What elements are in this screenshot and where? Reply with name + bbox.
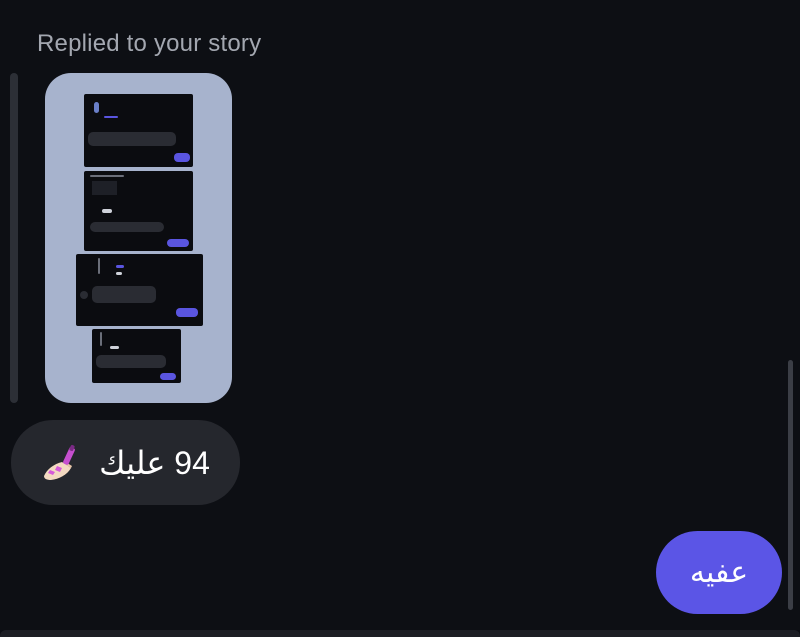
outgoing-message-text: عفيه xyxy=(689,556,749,589)
story-reply-label: Replied to your story xyxy=(37,30,262,57)
reply-indicator-bar xyxy=(10,73,18,403)
story-thumbnail xyxy=(76,254,203,326)
nail-polish-icon xyxy=(41,444,79,482)
story-thumbnail xyxy=(84,94,193,167)
outgoing-message-bubble[interactable]: عفيه xyxy=(656,531,782,614)
chat-thread: Replied to your story 94 عليك عفيه xyxy=(0,0,800,637)
story-preview[interactable] xyxy=(45,73,232,403)
incoming-message-bubble[interactable]: 94 عليك xyxy=(11,420,240,505)
story-thumbnail xyxy=(84,171,193,251)
incoming-message-text: 94 عليك xyxy=(99,444,210,481)
composer-edge xyxy=(0,630,800,637)
story-thumbnail xyxy=(92,329,181,383)
scrollbar[interactable] xyxy=(788,360,793,610)
